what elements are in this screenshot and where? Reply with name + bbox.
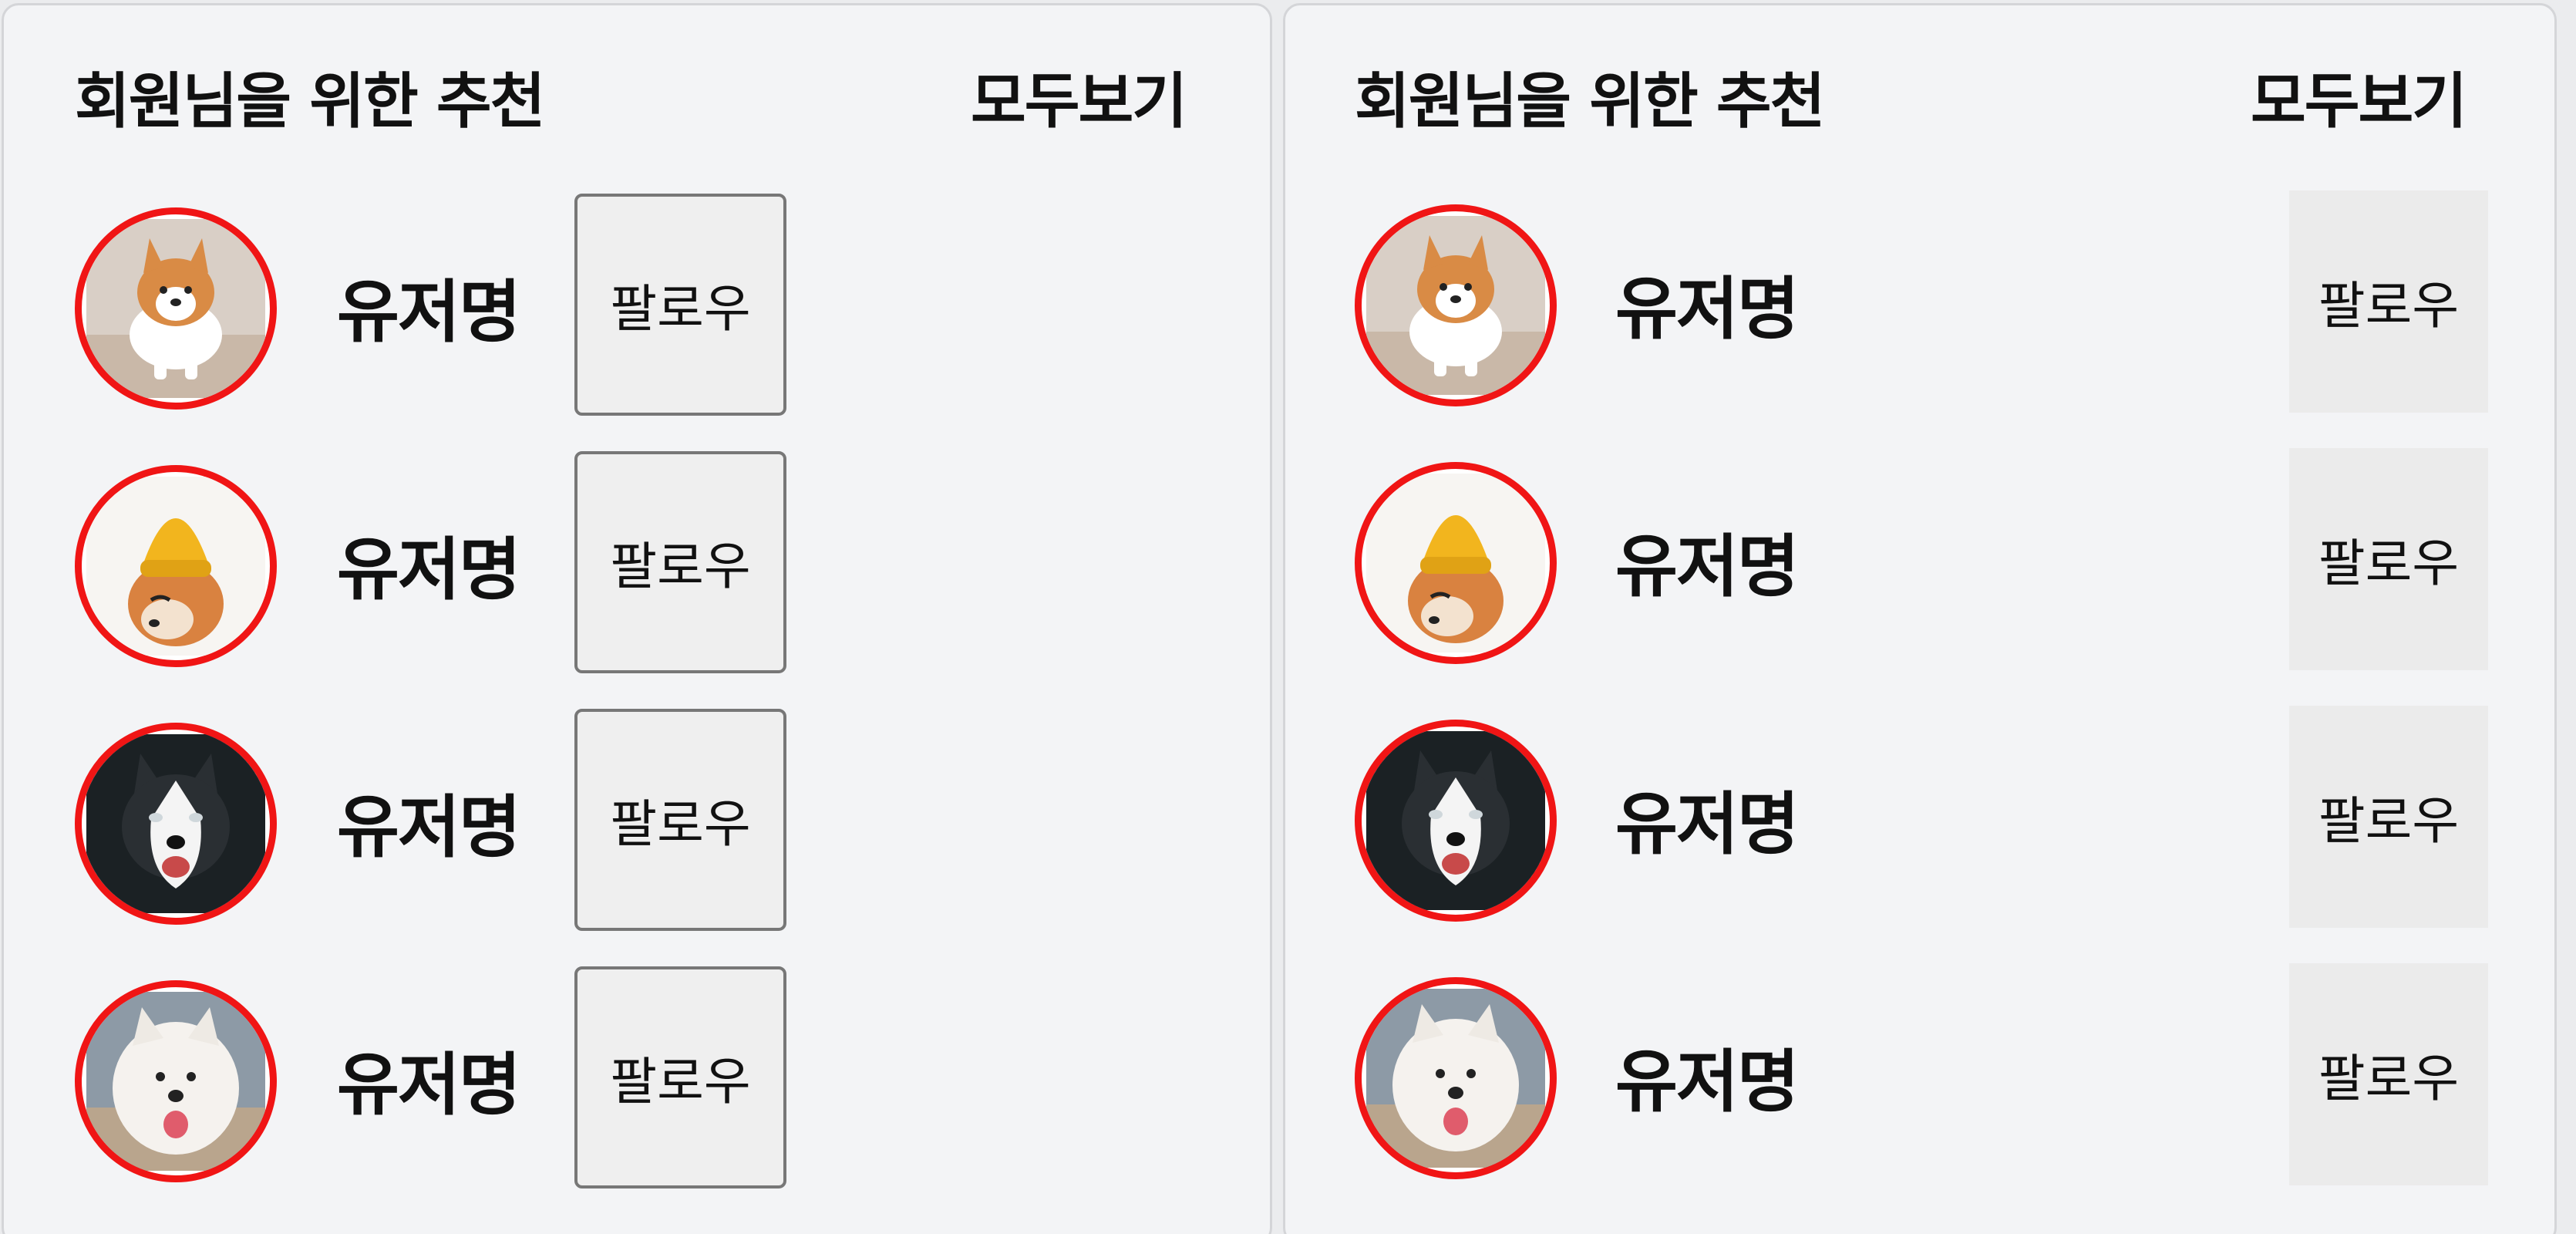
username[interactable]: 유저명: [1615, 791, 1800, 858]
follow-button[interactable]: 팔로우: [574, 451, 786, 673]
see-all-link[interactable]: 모두보기: [2251, 72, 2467, 132]
list-item: 유저명 팔로우: [1285, 448, 2550, 670]
corgi-icon[interactable]: [75, 207, 277, 410]
panel-title: 회원님을 위한 추천: [75, 67, 545, 137]
follow-button[interactable]: 팔로우: [574, 194, 786, 416]
husky-icon[interactable]: [75, 723, 277, 925]
list-item: 유저명 팔로우: [1285, 706, 2550, 928]
list-item: 유저명 팔로우: [4, 966, 1268, 1188]
samoyed-icon[interactable]: [1355, 977, 1557, 1179]
see-all-link[interactable]: 모두보기: [971, 72, 1187, 132]
list-item: 유저명 팔로우: [1285, 963, 2550, 1185]
panel-title: 회원님을 위한 추천: [1355, 67, 1825, 137]
list-item: 유저명 팔로우: [4, 194, 1268, 416]
list-item: 유저명 팔로우: [4, 709, 1268, 931]
recommend-panel-left: 회원님을 위한 추천 모두보기 유저명 팔로우 유저명 팔로우 유저명 팔로우 …: [2, 3, 1272, 1234]
list-item: 유저명 팔로우: [1285, 190, 2550, 413]
follow-button[interactable]: 팔로우: [2289, 190, 2488, 413]
follow-button[interactable]: 팔로우: [2289, 963, 2488, 1185]
shiba-beanie-icon[interactable]: [75, 465, 277, 667]
samoyed-icon[interactable]: [75, 980, 277, 1182]
follow-button[interactable]: 팔로우: [574, 709, 786, 931]
username[interactable]: 유저명: [1615, 275, 1800, 343]
corgi-icon[interactable]: [1355, 204, 1557, 406]
recommendation-comparison: 회원님을 위한 추천 모두보기 유저명 팔로우 유저명 팔로우 유저명 팔로우 …: [0, 0, 2576, 1234]
username[interactable]: 유저명: [337, 536, 521, 604]
shiba-beanie-icon[interactable]: [1355, 462, 1557, 664]
husky-icon[interactable]: [1355, 720, 1557, 922]
username[interactable]: 유저명: [337, 794, 521, 861]
list-item: 유저명 팔로우: [4, 451, 1268, 673]
username[interactable]: 유저명: [337, 1051, 521, 1119]
username[interactable]: 유저명: [337, 278, 521, 346]
recommend-panel-right: 회원님을 위한 추천 모두보기 유저명 팔로우 유저명 팔로우 유저명 팔로우 …: [1283, 3, 2557, 1234]
follow-button[interactable]: 팔로우: [574, 966, 786, 1188]
username[interactable]: 유저명: [1615, 1048, 1800, 1116]
username[interactable]: 유저명: [1615, 533, 1800, 601]
follow-button[interactable]: 팔로우: [2289, 706, 2488, 928]
follow-button[interactable]: 팔로우: [2289, 448, 2488, 670]
